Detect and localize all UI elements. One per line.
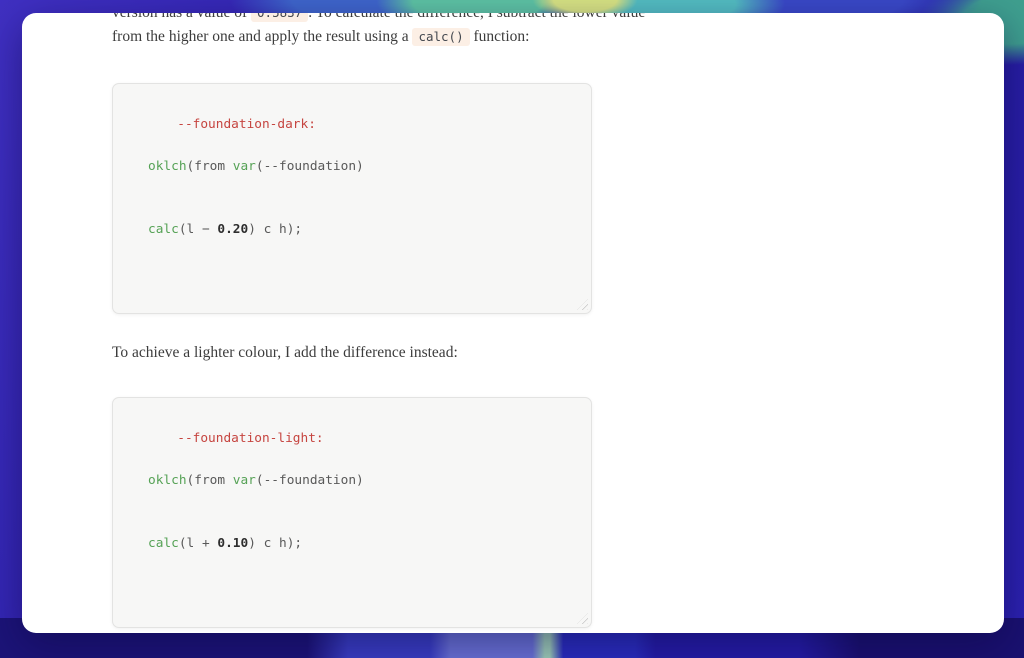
- code-text: (--foundation): [256, 473, 364, 488]
- code-text: (--foundation): [256, 159, 364, 174]
- code-block-foundation-light: --foundation-light: oklch(from var(--fou…: [112, 397, 592, 628]
- code-function: calc: [148, 536, 179, 551]
- article-card: version has a value of 0.5837. To calcul…: [22, 13, 1004, 633]
- paragraph-intro: version has a value of 0.5837. To calcul…: [112, 13, 964, 49]
- code-text: (from: [187, 473, 233, 488]
- code-function: var: [233, 159, 256, 174]
- code-text: (l −: [179, 222, 218, 237]
- code-function: oklch: [148, 473, 187, 488]
- code-text: (l +: [179, 536, 218, 551]
- code-line: calc(l − 0.20) c h);: [131, 219, 573, 240]
- code-property: --foundation-light:: [177, 431, 323, 446]
- code-line: oklch(from var(--foundation): [131, 156, 573, 177]
- code-line: oklch(from var(--foundation): [131, 470, 573, 491]
- paragraph-text: function:: [470, 28, 530, 45]
- code-block-foundation-dark: --foundation-dark: oklch(from var(--foun…: [112, 83, 592, 314]
- inline-code-calc: calc(): [412, 28, 469, 46]
- code-function: calc: [148, 222, 179, 237]
- code-number: 0.20: [217, 222, 248, 237]
- paragraph-line: from the higher one and apply the result…: [112, 25, 964, 49]
- code-text: ) c h);: [248, 536, 302, 551]
- paragraph-text: version has a value of: [112, 13, 251, 21]
- paragraph-text: from the higher one and apply the result…: [112, 28, 412, 45]
- code-number: 0.10: [217, 536, 248, 551]
- code-function: oklch: [148, 159, 187, 174]
- code-text: (from: [187, 159, 233, 174]
- inline-code-value: 0.5837: [251, 13, 308, 22]
- code-function: var: [233, 473, 256, 488]
- resize-handle-icon[interactable]: [577, 299, 588, 310]
- code-line: calc(l + 0.10) c h);: [131, 533, 573, 554]
- resize-handle-icon[interactable]: [577, 613, 588, 624]
- code-text: ) c h);: [248, 222, 302, 237]
- paragraph-lighter: To achieve a lighter colour, I add the d…: [112, 341, 964, 365]
- paragraph-text: . To calculate the difference, I subtrac…: [308, 13, 645, 21]
- paragraph-line: version has a value of 0.5837. To calcul…: [112, 13, 964, 25]
- code-property: --foundation-dark:: [177, 117, 316, 132]
